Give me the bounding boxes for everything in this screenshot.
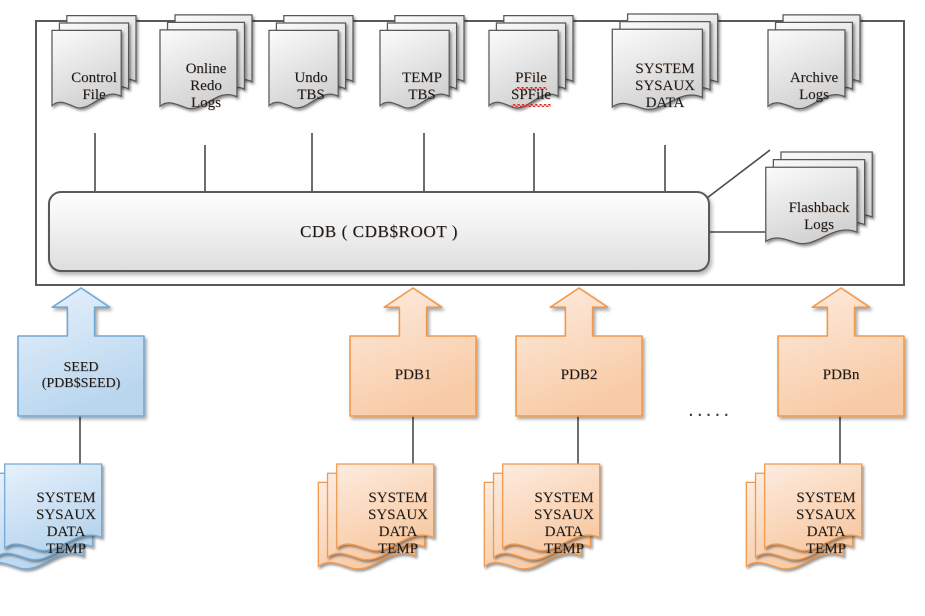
doc-system-sysaux-data[interactable]: SYSTEM SYSAUX DATA [611, 13, 719, 134]
doc-archive-logs[interactable]: Archive Logs [767, 14, 861, 134]
doc-temp-tbs[interactable]: TEMP TBS [379, 14, 465, 134]
tablespaces-pdb2[interactable]: SYSTEM SYSAUX DATA TEMP [483, 463, 622, 576]
container-pdbn[interactable]: PDBn [777, 287, 905, 417]
cdb-root-box[interactable]: CDB ( CDB$ROOT ) [48, 191, 710, 272]
diagram-canvas: Control File Online Redo Logs Undo TBS TEMP TBS P… [0, 0, 925, 616]
container-seed[interactable]: SEED (PDB$SEED) [17, 287, 145, 417]
doc-online-redo-logs[interactable]: Online Redo Logs [159, 14, 253, 134]
tablespaces-pdb1[interactable]: SYSTEM SYSAUX DATA TEMP [317, 463, 456, 576]
doc-flashback-logs[interactable]: Flashback Logs [765, 151, 873, 268]
tablespaces-seed[interactable]: SYSTEM SYSAUX DATA TEMP [0, 463, 124, 576]
ellipsis-more-pdbs: ..... [688, 398, 733, 421]
doc-control-file[interactable]: Control File [51, 14, 137, 134]
container-pdb2[interactable]: PDB2 [515, 287, 643, 417]
doc-undo-tbs[interactable]: Undo TBS [268, 14, 354, 134]
doc-pfile-spfile[interactable]: PFile SPFile [488, 14, 574, 134]
cdb-root-label: CDB ( CDB$ROOT ) [299, 221, 459, 241]
container-pdb1[interactable]: PDB1 [349, 287, 477, 417]
tablespaces-pdbn[interactable]: SYSTEM SYSAUX DATA TEMP [745, 463, 884, 576]
